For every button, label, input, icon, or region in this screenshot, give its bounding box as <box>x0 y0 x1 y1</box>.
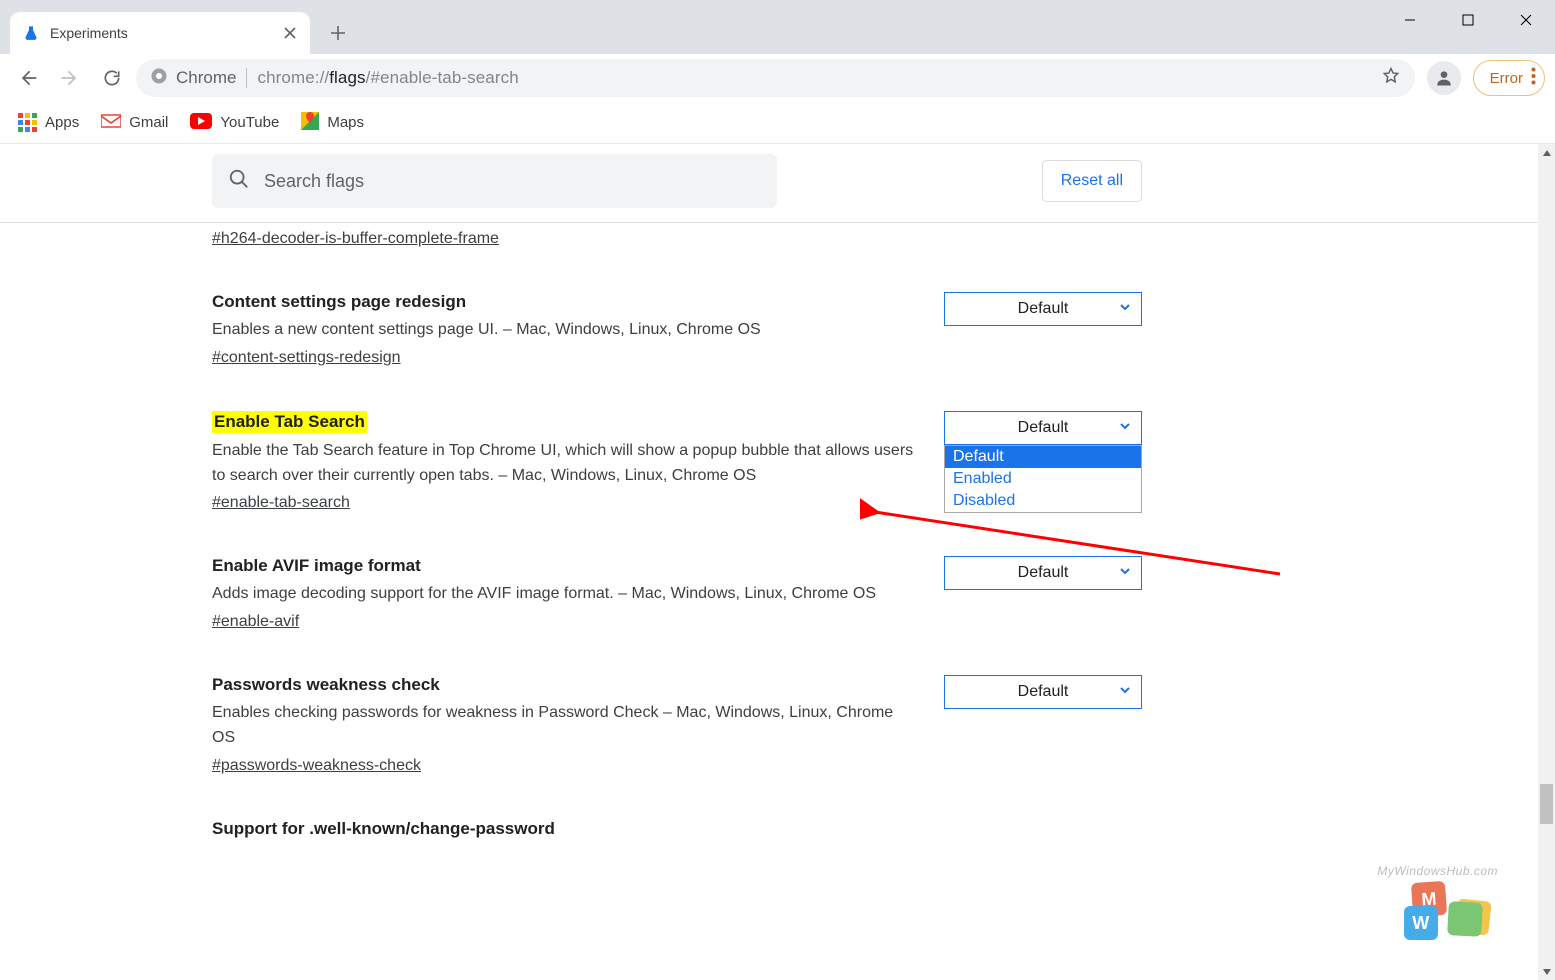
flag-select[interactable]: Default <box>944 292 1142 326</box>
flag-title: Enable Tab Search <box>212 411 367 433</box>
flag-select-value: Default <box>1018 419 1069 437</box>
flags-page: Search flags Reset all #h264-decoder-is-… <box>0 144 1538 980</box>
flag-anchor[interactable]: #enable-tab-search <box>212 494 350 512</box>
reset-all-button[interactable]: Reset all <box>1042 160 1142 202</box>
chevron-down-icon <box>1119 300 1131 318</box>
toolbar: Chrome chrome://flags/#enable-tab-search… <box>0 54 1555 102</box>
flag-row: Passwords weakness check Enables checkin… <box>212 675 1142 775</box>
browser-tab[interactable]: Experiments <box>10 12 310 54</box>
error-label: Error <box>1490 70 1523 87</box>
apps-shortcut[interactable]: Apps <box>18 113 79 132</box>
flag-select-value: Default <box>1018 564 1069 582</box>
bookmark-maps[interactable]: Maps <box>301 112 364 134</box>
flag-select-value: Default <box>1018 300 1069 318</box>
chevron-down-icon <box>1119 683 1131 701</box>
flag-select[interactable]: Default <box>944 675 1142 709</box>
page-viewport: Search flags Reset all #h264-decoder-is-… <box>0 144 1555 980</box>
bookmark-gmail[interactable]: Gmail <box>101 113 168 133</box>
titlebar: Experiments <box>0 0 1555 54</box>
flag-description: Enable the Tab Search feature in Top Chr… <box>212 439 916 489</box>
bookmarks-bar: Apps Gmail YouTube Maps <box>0 102 1555 144</box>
flag-select[interactable]: Default <box>944 411 1142 445</box>
dropdown-option[interactable]: Default <box>945 446 1141 468</box>
divider <box>246 68 247 88</box>
close-window-button[interactable] <box>1497 0 1555 40</box>
flag-select-value: Default <box>1018 683 1069 701</box>
close-icon[interactable] <box>282 25 298 41</box>
site-chip-label: Chrome <box>176 68 236 88</box>
bookmark-youtube[interactable]: YouTube <box>190 113 279 133</box>
apps-icon <box>18 113 37 132</box>
gmail-label: Gmail <box>129 114 168 131</box>
minimize-button[interactable] <box>1381 0 1439 40</box>
chevron-down-icon <box>1119 564 1131 582</box>
flag-anchor[interactable]: #content-settings-redesign <box>212 349 401 367</box>
watermark: MyWindowsHub.com M W <box>1377 864 1498 940</box>
dropdown-option[interactable]: Enabled <box>945 468 1141 490</box>
reload-button[interactable] <box>94 60 130 96</box>
address-bar[interactable]: Chrome chrome://flags/#enable-tab-search <box>136 59 1415 97</box>
error-chip[interactable]: Error <box>1473 60 1545 96</box>
profile-button[interactable] <box>1427 61 1461 95</box>
flag-anchor[interactable]: #enable-avif <box>212 613 299 631</box>
flag-anchor[interactable]: #passwords-weakness-check <box>212 757 421 775</box>
flag-row: Enable Tab Search Enable the Tab Search … <box>212 411 1142 513</box>
dropdown-option[interactable]: Disabled <box>945 490 1141 512</box>
vertical-scrollbar[interactable] <box>1538 144 1555 980</box>
flag-title: Enable AVIF image format <box>212 556 916 576</box>
tab-title: Experiments <box>50 25 272 41</box>
youtube-label: YouTube <box>220 114 279 131</box>
watermark-text: MyWindowsHub.com <box>1377 864 1498 878</box>
flask-icon <box>22 24 40 42</box>
flag-anchor[interactable]: #h264-decoder-is-buffer-complete-frame <box>212 230 499 248</box>
youtube-icon <box>190 113 212 133</box>
flag-row: Enable AVIF image format Adds image deco… <box>212 556 1142 631</box>
flag-title: Content settings page redesign <box>212 292 916 312</box>
flag-description: Enables checking passwords for weakness … <box>212 701 916 751</box>
search-flags-input[interactable]: Search flags <box>212 154 777 208</box>
forward-button[interactable] <box>52 60 88 96</box>
chevron-down-icon <box>1119 419 1131 437</box>
search-icon <box>228 168 250 195</box>
chrome-icon <box>150 67 168 90</box>
flag-title: Passwords weakness check <box>212 675 916 695</box>
new-tab-button[interactable] <box>324 19 352 47</box>
gmail-icon <box>101 113 121 133</box>
scroll-up-icon[interactable] <box>1538 144 1555 161</box>
bookmark-star-icon[interactable] <box>1381 66 1401 91</box>
back-button[interactable] <box>10 60 46 96</box>
maps-label: Maps <box>327 114 364 131</box>
flag-title: Support for .well-known/change-password <box>212 819 916 839</box>
flags-sticky-header: Search flags Reset all <box>0 144 1538 223</box>
flag-description: Enables a new content settings page UI. … <box>212 318 916 343</box>
site-chip: Chrome <box>150 67 236 90</box>
maximize-button[interactable] <box>1439 0 1497 40</box>
flag-row: Support for .well-known/change-password <box>212 819 1142 839</box>
flags-list: #h264-decoder-is-buffer-complete-frame C… <box>0 224 1538 839</box>
search-placeholder: Search flags <box>264 171 364 192</box>
flag-row: Content settings page redesign Enables a… <box>212 292 1142 367</box>
scroll-down-icon[interactable] <box>1538 963 1555 980</box>
flag-select-dropdown: Default Enabled Disabled <box>944 445 1142 513</box>
menu-dots-icon <box>1531 67 1536 89</box>
apps-label: Apps <box>45 114 79 131</box>
scroll-thumb[interactable] <box>1540 784 1553 824</box>
maps-icon <box>301 112 319 134</box>
window-controls <box>1381 0 1555 40</box>
url-text: chrome://flags/#enable-tab-search <box>257 68 518 88</box>
flag-select[interactable]: Default <box>944 556 1142 590</box>
flag-description: Adds image decoding support for the AVIF… <box>212 582 916 607</box>
